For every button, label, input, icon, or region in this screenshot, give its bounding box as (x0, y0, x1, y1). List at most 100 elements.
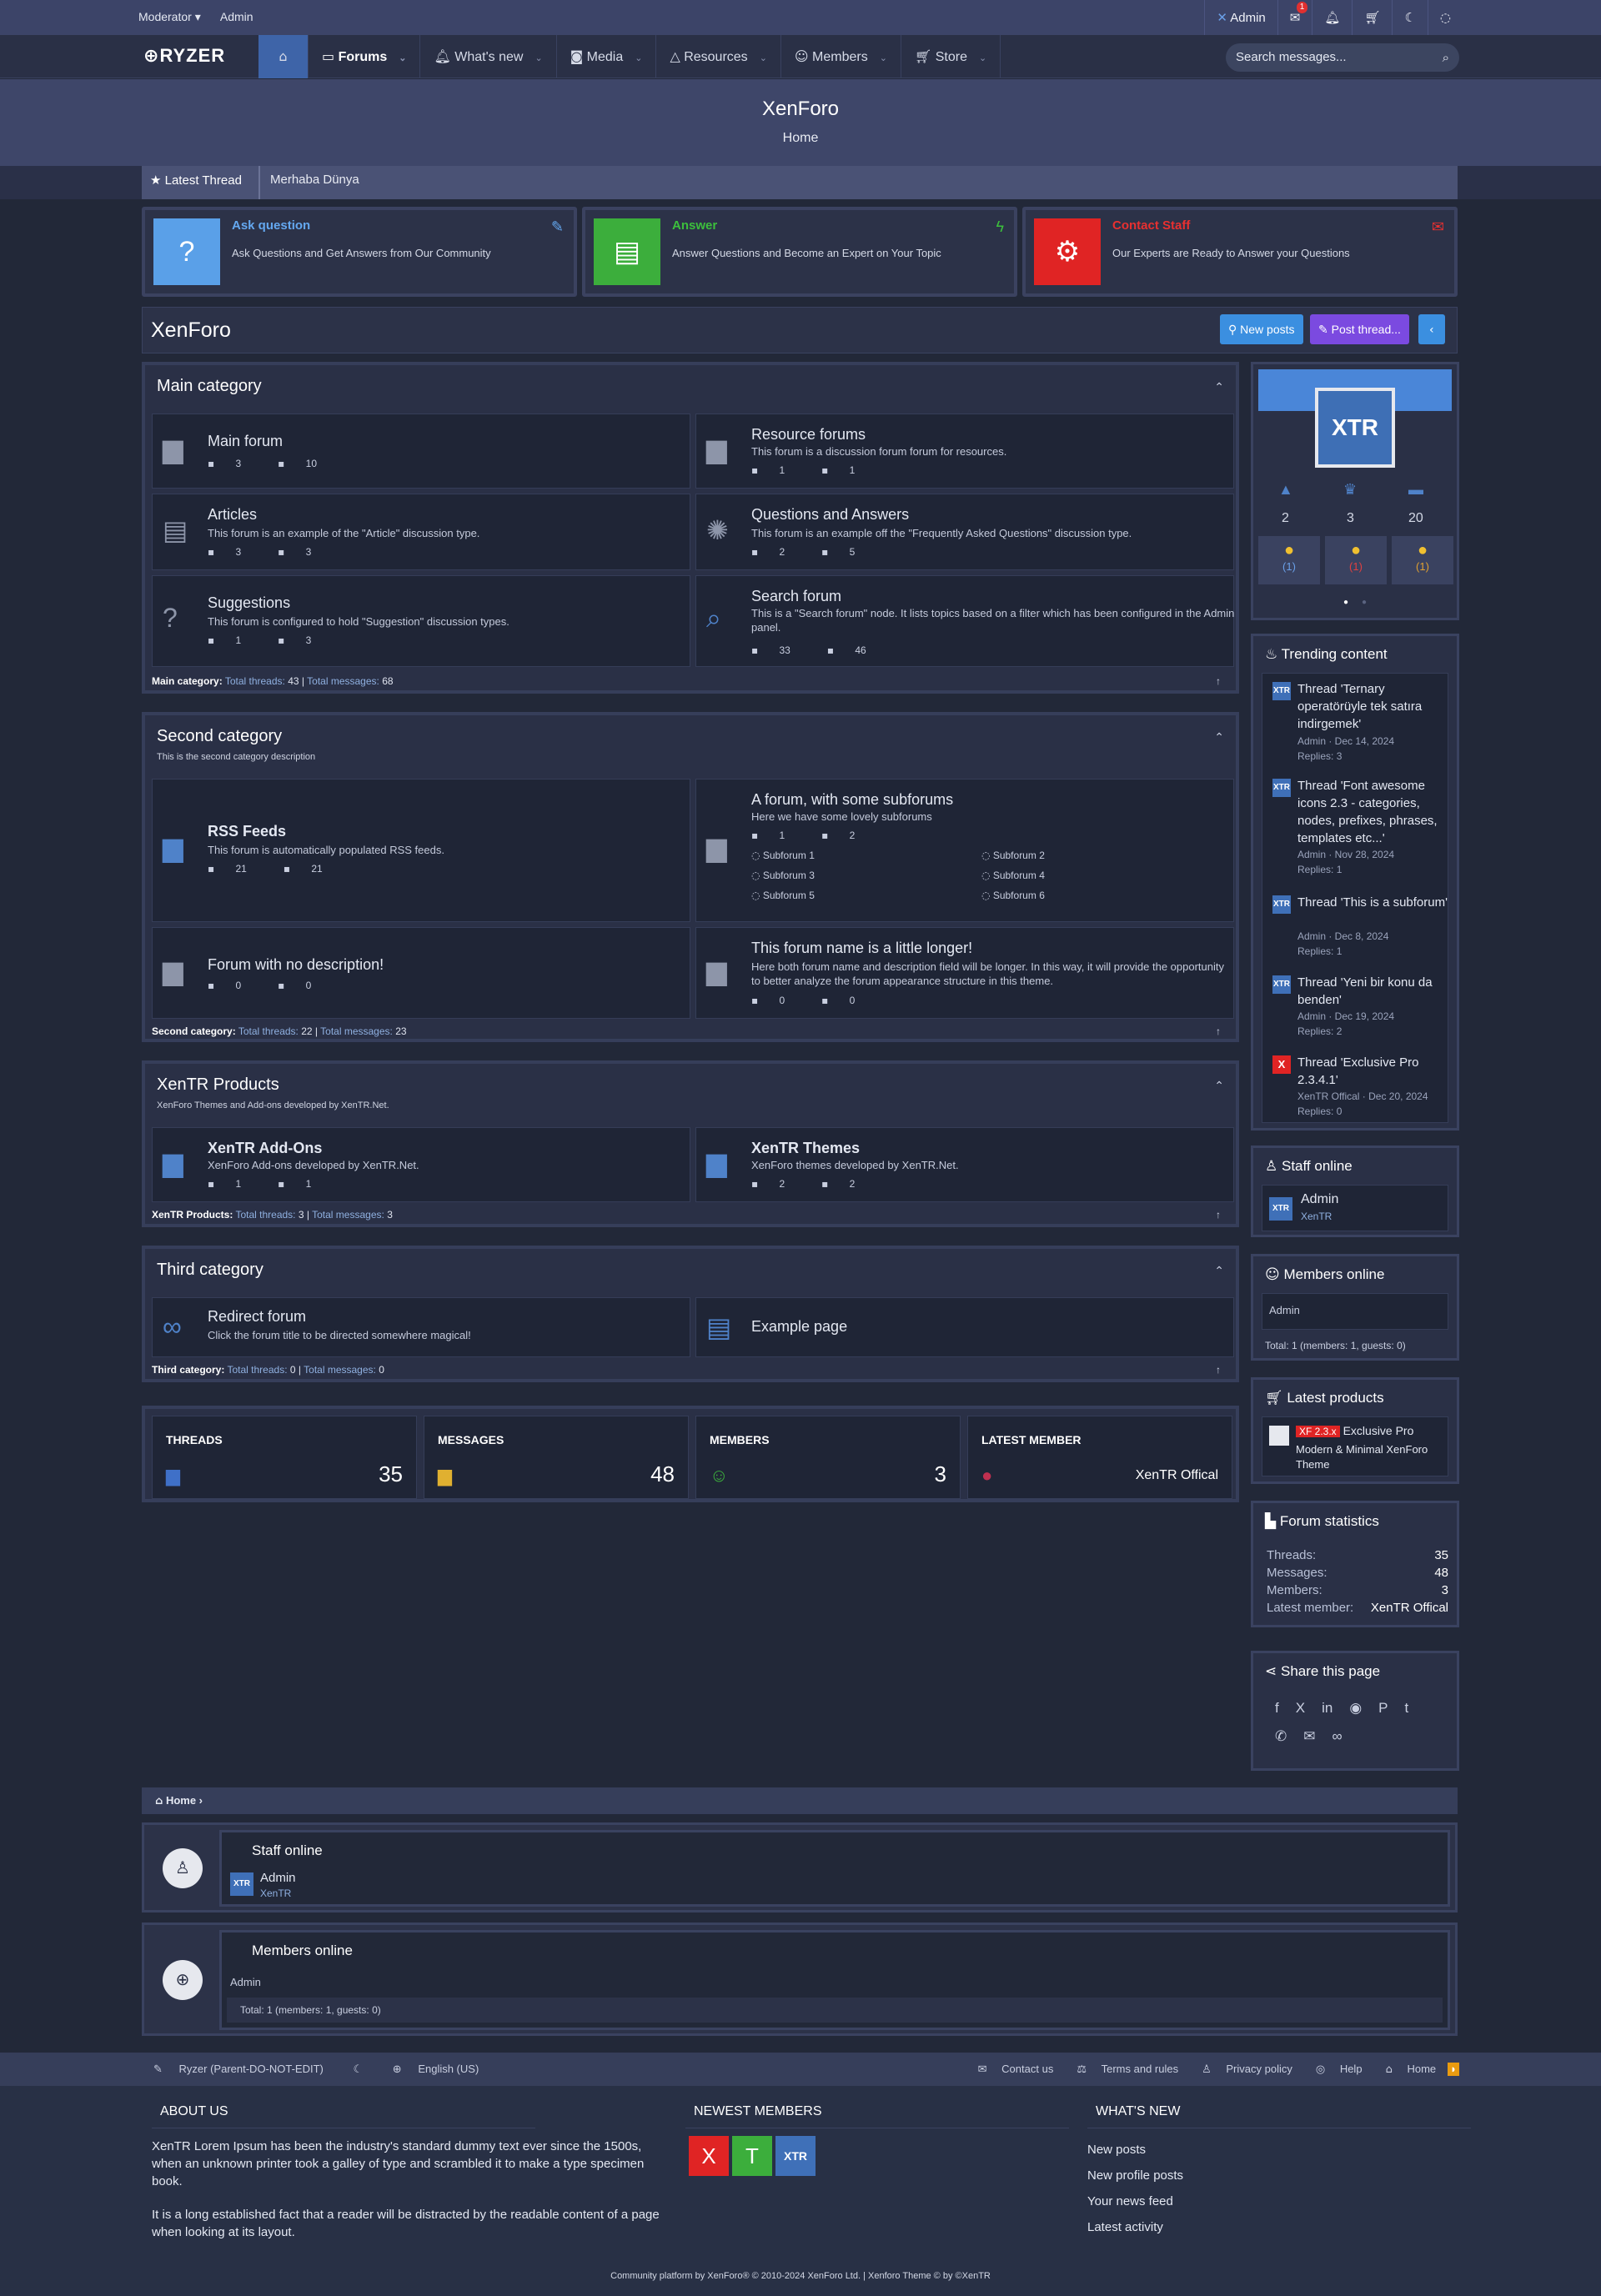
reaction-love[interactable]: ● (1) (1325, 536, 1387, 584)
footer-terms[interactable]: ⚖ Terms and rules (1065, 2063, 1178, 2076)
node-main-forum[interactable]: ▆ Main forum ▪ 3 ▪ 10 (152, 414, 690, 489)
node-example-page[interactable]: ▤ Example page (695, 1297, 1234, 1357)
nav-media[interactable]: ◙ Media ⌄ (557, 35, 657, 78)
staff-name[interactable]: Admin (260, 1871, 296, 1885)
node-title[interactable]: Suggestions (208, 594, 290, 612)
nav-whats-new[interactable]: 🔔︎ What's new ⌄ (420, 35, 557, 78)
answer-card[interactable]: ▤ Answer Answer Questions and Become an … (582, 207, 1017, 297)
chevron-up-icon[interactable]: ⌃ (1214, 730, 1224, 744)
subforum-link[interactable]: ◌ Subforum 4 (981, 870, 1182, 881)
avatar[interactable]: XTR (230, 1872, 253, 1896)
trending-title[interactable]: Thread 'Ternary operatörüyle tek satıra … (1297, 680, 1456, 733)
arrow-up-icon[interactable]: ↑ (1216, 1209, 1221, 1221)
nav-store[interactable]: 🛒︎ Store ⌄ (901, 35, 1001, 78)
subforum-link[interactable]: ◌ Subforum 6 (981, 890, 1182, 901)
node-xentr-addons[interactable]: ▆ XenTR Add-Ons XenForo Add-ons develope… (152, 1127, 690, 1202)
nav-home[interactable]: ⌂ (258, 35, 309, 78)
subforum-link[interactable]: ◌ Subforum 3 (751, 870, 951, 881)
chevron-down-icon[interactable]: ⌄ (635, 53, 642, 63)
footer-link[interactable]: New profile posts (1087, 2168, 1183, 2183)
node-title[interactable]: XenTR Add-Ons (208, 1140, 322, 1157)
collapse-sidebar-button[interactable]: ‹ (1418, 314, 1445, 344)
chevron-up-icon[interactable]: ⌃ (1214, 380, 1224, 394)
arrow-up-icon[interactable]: ↑ (1216, 1364, 1221, 1376)
stat-val[interactable]: XenTR Offical (1371, 1601, 1448, 1615)
footer-link[interactable]: Your news feed (1087, 2194, 1173, 2208)
chevron-down-icon[interactable]: ⌄ (760, 53, 767, 63)
ticker-item[interactable]: Merhaba Dünya (258, 166, 369, 199)
node-search-forum[interactable]: ⌕ Search forum This is a "Search forum" … (695, 575, 1234, 667)
node-title[interactable]: Resource forums (751, 426, 866, 444)
privacy-toggle[interactable]: ◌ (1427, 0, 1463, 35)
inbox-button[interactable]: ✉ 1 (1277, 0, 1312, 35)
node-title[interactable]: RSS Feeds (208, 823, 286, 840)
contact-staff-card[interactable]: ⚙ Contact Staff Our Experts are Ready to… (1022, 207, 1458, 297)
breadcrumb-home[interactable]: ⌂ Home › (155, 1794, 203, 1807)
alerts-button[interactable]: 🔔︎ (1312, 0, 1352, 35)
admin-link[interactable]: Admin (220, 10, 253, 23)
chevron-up-icon[interactable]: ⌃ (1214, 1264, 1224, 1278)
node-title[interactable]: A forum, with some subforums (751, 791, 953, 809)
node-rss-feeds[interactable]: ▆ RSS Feeds This forum is automatically … (152, 779, 690, 922)
reaction-wow[interactable]: ● (1) (1392, 536, 1453, 584)
avatar[interactable]: XTR (1269, 1197, 1292, 1221)
user-menu[interactable]: ✕ Admin (1204, 0, 1277, 35)
cart-button[interactable]: 🛒︎ (1352, 0, 1392, 35)
footer-link[interactable]: Latest activity (1087, 2220, 1163, 2234)
reddit-icon[interactable]: ◉ (1349, 1700, 1362, 1717)
arrow-up-icon[interactable]: ↑ (1216, 1025, 1221, 1037)
ask-question-card[interactable]: ? Ask question Ask Questions and Get Ans… (142, 207, 577, 297)
nav-forums[interactable]: ▭ Forums ⌄ (309, 35, 421, 78)
search-icon[interactable]: ⌕ (1443, 43, 1449, 72)
nav-resources[interactable]: △ Resources ⌄ (656, 35, 781, 78)
product-name[interactable]: Exclusive Pro (1343, 1424, 1414, 1437)
node-title[interactable]: Search forum (751, 588, 841, 605)
theme-toggle[interactable]: ☾ (1392, 0, 1427, 35)
footer-link[interactable]: New posts (1087, 2143, 1146, 2157)
email-icon[interactable]: ✉ (1303, 1728, 1315, 1745)
header-breadcrumb[interactable]: Home (0, 131, 1601, 146)
carousel-dot-active[interactable]: ● (1343, 598, 1348, 607)
category-title[interactable]: Main category (157, 377, 262, 396)
site-logo[interactable]: ⊕RYZER (143, 45, 225, 67)
link-icon[interactable]: ∞ (1332, 1728, 1343, 1745)
trending-title[interactable]: Thread 'This is a subforum' (1297, 894, 1456, 911)
node-questions[interactable]: ✺ Questions and Answers This forum is an… (695, 494, 1234, 570)
node-title[interactable]: Forum with no description! (208, 956, 384, 974)
subforum-link[interactable]: ◌ Subforum 5 (751, 890, 951, 901)
moderator-menu[interactable]: Moderator ▾ (138, 10, 201, 23)
x-icon[interactable]: X (1296, 1700, 1305, 1717)
category-title[interactable]: Second category (157, 727, 282, 746)
node-resource-forums[interactable]: ▆ Resource forums This forum is a discus… (695, 414, 1234, 489)
chevron-down-icon[interactable]: ⌄ (399, 53, 406, 63)
member-avatar-xtr[interactable]: XTR (775, 2136, 816, 2176)
reaction-like[interactable]: ● (1) (1258, 536, 1320, 584)
node-title[interactable]: Main forum (208, 433, 283, 450)
member-avatar-x[interactable]: X (689, 2136, 729, 2176)
node-suggestions[interactable]: ? Suggestions This forum is configured t… (152, 575, 690, 667)
trending-title[interactable]: Thread 'Exclusive Pro 2.3.4.1' (1297, 1054, 1456, 1089)
node-title[interactable]: Example page (751, 1318, 847, 1336)
member-avatar-t[interactable]: T (732, 2136, 772, 2176)
theme-toggle[interactable]: ☾ (354, 2063, 377, 2076)
member-name[interactable]: Admin (230, 1976, 261, 1988)
node-no-description[interactable]: ▆ Forum with no description! ▪ 0 ▪ 0 (152, 927, 690, 1019)
member-name[interactable]: Admin (1269, 1304, 1300, 1316)
linkedin-icon[interactable]: in (1322, 1700, 1332, 1717)
node-title[interactable]: Questions and Answers (751, 506, 909, 524)
footer-contact[interactable]: ✉ Contact us (966, 2063, 1054, 2076)
node-title[interactable]: This forum name is a little longer! (751, 940, 972, 957)
category-title[interactable]: Third category (157, 1261, 263, 1280)
node-title[interactable]: Redirect forum (208, 1308, 306, 1326)
style-chooser[interactable]: ✎ Ryzer (Parent-DO-NOT-EDIT) (153, 2063, 337, 2076)
node-redirect-forum[interactable]: ∞ Redirect forum Click the forum title t… (152, 1297, 690, 1357)
rss-icon[interactable]: ◗ (1448, 2063, 1459, 2076)
facebook-icon[interactable]: f (1275, 1700, 1279, 1717)
subforum-link[interactable]: ◌ Subforum 1 (751, 850, 951, 861)
chevron-down-icon[interactable]: ⌄ (979, 53, 986, 63)
trending-title[interactable]: Thread 'Yeni bir konu da benden' (1297, 974, 1456, 1009)
nav-members[interactable]: ☺ Members ⌄ (781, 35, 901, 78)
tumblr-icon[interactable]: t (1405, 1700, 1409, 1717)
post-thread-button[interactable]: ✎ Post thread... (1310, 314, 1409, 344)
chevron-down-icon[interactable]: ⌄ (880, 53, 887, 63)
